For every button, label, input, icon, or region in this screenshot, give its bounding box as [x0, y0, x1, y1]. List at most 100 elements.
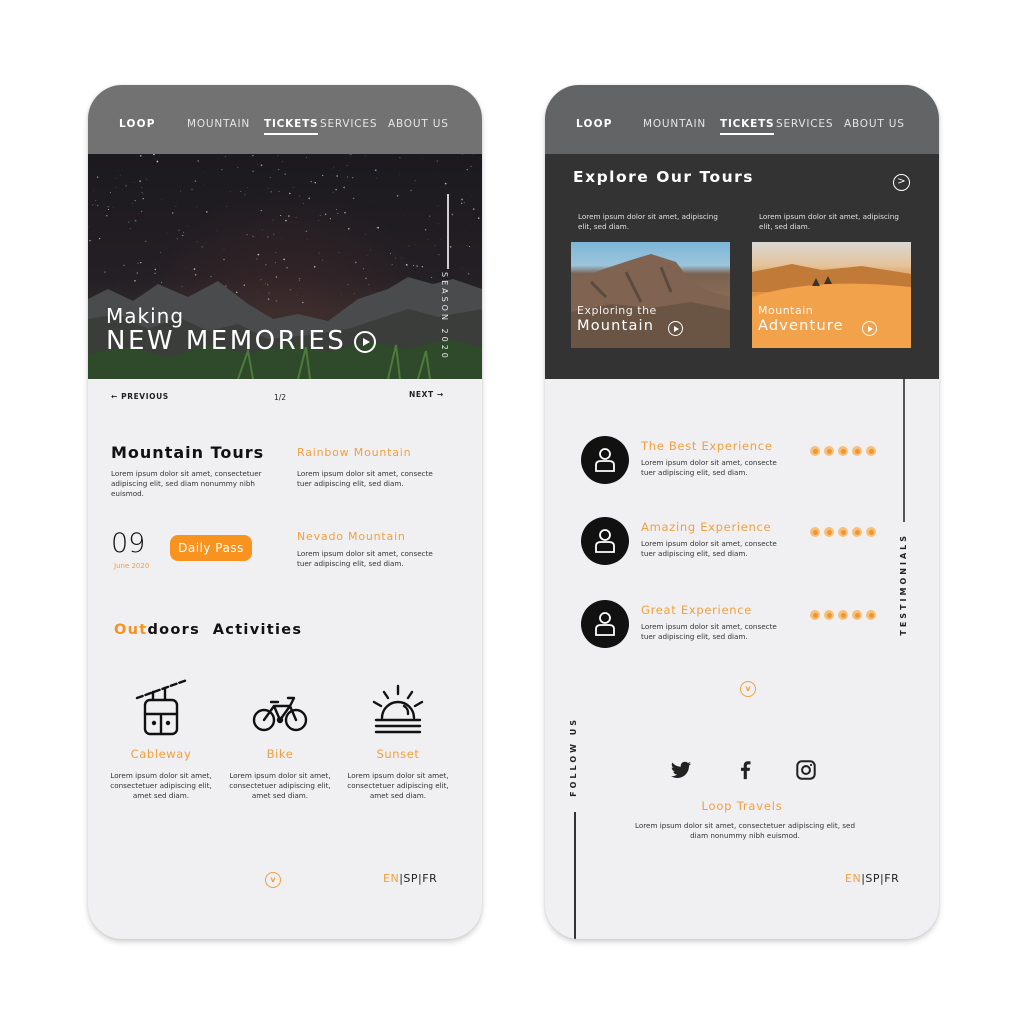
avatar [581, 517, 629, 565]
twitter-icon[interactable] [670, 759, 692, 781]
tour-card-desert[interactable]: Mountain Adventure [752, 242, 911, 348]
logo[interactable]: LOOP [576, 118, 613, 130]
scroll-down-icon[interactable]: v [265, 872, 281, 888]
card-description: Lorem ipsum dolor sit amet, adipiscing e… [578, 212, 718, 231]
sunset-icon [372, 684, 424, 734]
testimonial-item: The Best Experience Lorem ipsum dolor si… [581, 436, 881, 486]
follow-us-label: FOLLOW US [569, 717, 578, 797]
hero-subtitle: Making [106, 304, 185, 328]
testimonial-title: Great Experience [641, 603, 753, 617]
phone-screen-tours: LOOP MOUNTAIN TICKETS SERVICES ABOUT US … [545, 85, 939, 939]
facebook-icon[interactable] [734, 759, 756, 781]
activity-name: Bike [266, 747, 294, 761]
activity-name: Cableway [130, 747, 192, 761]
slide-counter: 1/2 [274, 393, 287, 402]
user-icon [595, 529, 615, 553]
testimonial-text: Lorem ipsum dolor sit amet, consecte tue… [641, 458, 777, 477]
slide-pager: ← PREVIOUS 1/2 NEXT → [88, 379, 482, 419]
outdoors-activities-heading: Outdoors Activities [114, 622, 302, 638]
card-subtitle: Exploring the [577, 304, 657, 317]
next-label: NEXT [409, 390, 434, 399]
mountain-tours-heading: Mountain Tours [111, 443, 265, 462]
rating-dot [866, 527, 876, 537]
nav-item-tickets[interactable]: TICKETS [720, 118, 775, 135]
activity-sunset[interactable]: Sunset Lorem ipsum dolor sit amet, conse… [343, 678, 453, 801]
activity-cableway[interactable]: Cableway Lorem ipsum dolor sit amet, con… [106, 678, 216, 801]
logo[interactable]: LOOP [119, 118, 156, 130]
user-icon [595, 448, 615, 472]
phone-screen-home: LOOP MOUNTAIN TICKETS SERVICES ABOUT US … [88, 85, 482, 939]
instagram-icon[interactable] [795, 759, 817, 781]
rating-dot [810, 446, 820, 456]
arrow-left-icon: ← [111, 392, 122, 401]
rating-dot [824, 446, 834, 456]
rating-dot [852, 610, 862, 620]
tour-card-mountain[interactable]: Exploring the Mountain [571, 242, 730, 348]
testimonial-text: Lorem ipsum dolor sit amet, consecte tue… [641, 622, 777, 641]
tour-nevado-mountain[interactable]: Nevado Mountain [297, 530, 406, 543]
arrow-right-icon: → [433, 390, 444, 399]
lang-sp[interactable]: SP [865, 872, 880, 885]
activity-text: Lorem ipsum dolor sit amet, consectetuer… [110, 771, 212, 800]
rating [810, 610, 876, 620]
testimonial-text: Lorem ipsum dolor sit amet, consecte tue… [641, 539, 777, 558]
chevron-right-circle-icon[interactable]: > [893, 174, 910, 191]
rating-dot [838, 610, 848, 620]
user-icon [595, 612, 615, 636]
mountain-tours-text: Lorem ipsum dolor sit amet, consectetuer… [111, 469, 262, 498]
hero-title: NEW MEMORIES [106, 326, 347, 356]
play-circle-icon[interactable] [862, 321, 877, 336]
nav-item-services[interactable]: SERVICES [320, 118, 377, 130]
card-subtitle: Mountain [758, 304, 814, 317]
previous-button[interactable]: ← PREVIOUS [111, 392, 169, 401]
rating [810, 527, 876, 537]
next-button[interactable]: NEXT → [409, 390, 444, 399]
brand-name: Loop Travels [701, 799, 783, 813]
lang-sp[interactable]: SP [403, 872, 418, 885]
testimonial-item: Amazing Experience Lorem ipsum dolor sit… [581, 517, 881, 567]
testimonials-divider [903, 379, 905, 522]
rating-dot [866, 446, 876, 456]
lang-fr[interactable]: FR [884, 872, 899, 885]
scroll-down-icon[interactable]: v [740, 681, 756, 697]
avatar [581, 436, 629, 484]
bicycle-icon [252, 696, 308, 732]
rating [810, 446, 876, 456]
heading-highlight: Out [114, 622, 148, 638]
top-navbar: LOOP MOUNTAIN TICKETS SERVICES ABOUT US [545, 85, 939, 154]
lang-en[interactable]: EN [383, 872, 399, 885]
nav-item-about-us[interactable]: ABOUT US [844, 118, 905, 130]
season-divider [447, 194, 449, 269]
testimonial-item: Great Experience Lorem ipsum dolor sit a… [581, 600, 881, 650]
lang-en[interactable]: EN [845, 872, 861, 885]
testimonials-label: TESTIMONIALS [899, 533, 908, 636]
rating-dot [824, 610, 834, 620]
testimonial-title: Amazing Experience [641, 520, 772, 534]
rating-dot [852, 527, 862, 537]
nav-item-mountain[interactable]: MOUNTAIN [643, 118, 706, 130]
brand-description: Lorem ipsum dolor sit amet, consectetuer… [634, 821, 856, 840]
language-switcher: EN|SP|FR [845, 872, 899, 885]
card-title: Mountain [577, 318, 655, 334]
play-circle-icon[interactable] [668, 321, 683, 336]
activity-bike[interactable]: Bike Lorem ipsum dolor sit amet, consect… [225, 678, 335, 801]
explore-tours-panel: Explore Our Tours > Lorem ipsum dolor si… [545, 154, 939, 379]
nav-item-services[interactable]: SERVICES [776, 118, 833, 130]
follow-us-divider [574, 812, 576, 939]
explore-tours-heading: Explore Our Tours [573, 168, 755, 186]
play-circle-icon[interactable] [354, 331, 376, 353]
rating-dot [866, 610, 876, 620]
rating-dot [824, 527, 834, 537]
nav-item-about-us[interactable]: ABOUT US [388, 118, 449, 130]
lang-fr[interactable]: FR [422, 872, 437, 885]
cable-car-icon [135, 678, 189, 736]
nav-item-tickets[interactable]: TICKETS [264, 118, 319, 135]
nav-item-mountain[interactable]: MOUNTAIN [187, 118, 250, 130]
rating-dot [810, 610, 820, 620]
date-day: 09 [111, 528, 146, 559]
season-label: SEASON 2020 [440, 272, 449, 361]
tour-rainbow-mountain[interactable]: Rainbow Mountain [297, 446, 411, 459]
rating-dot [810, 527, 820, 537]
daily-pass-button[interactable]: Daily Pass [170, 535, 252, 561]
heading-rest: doors [147, 622, 201, 638]
